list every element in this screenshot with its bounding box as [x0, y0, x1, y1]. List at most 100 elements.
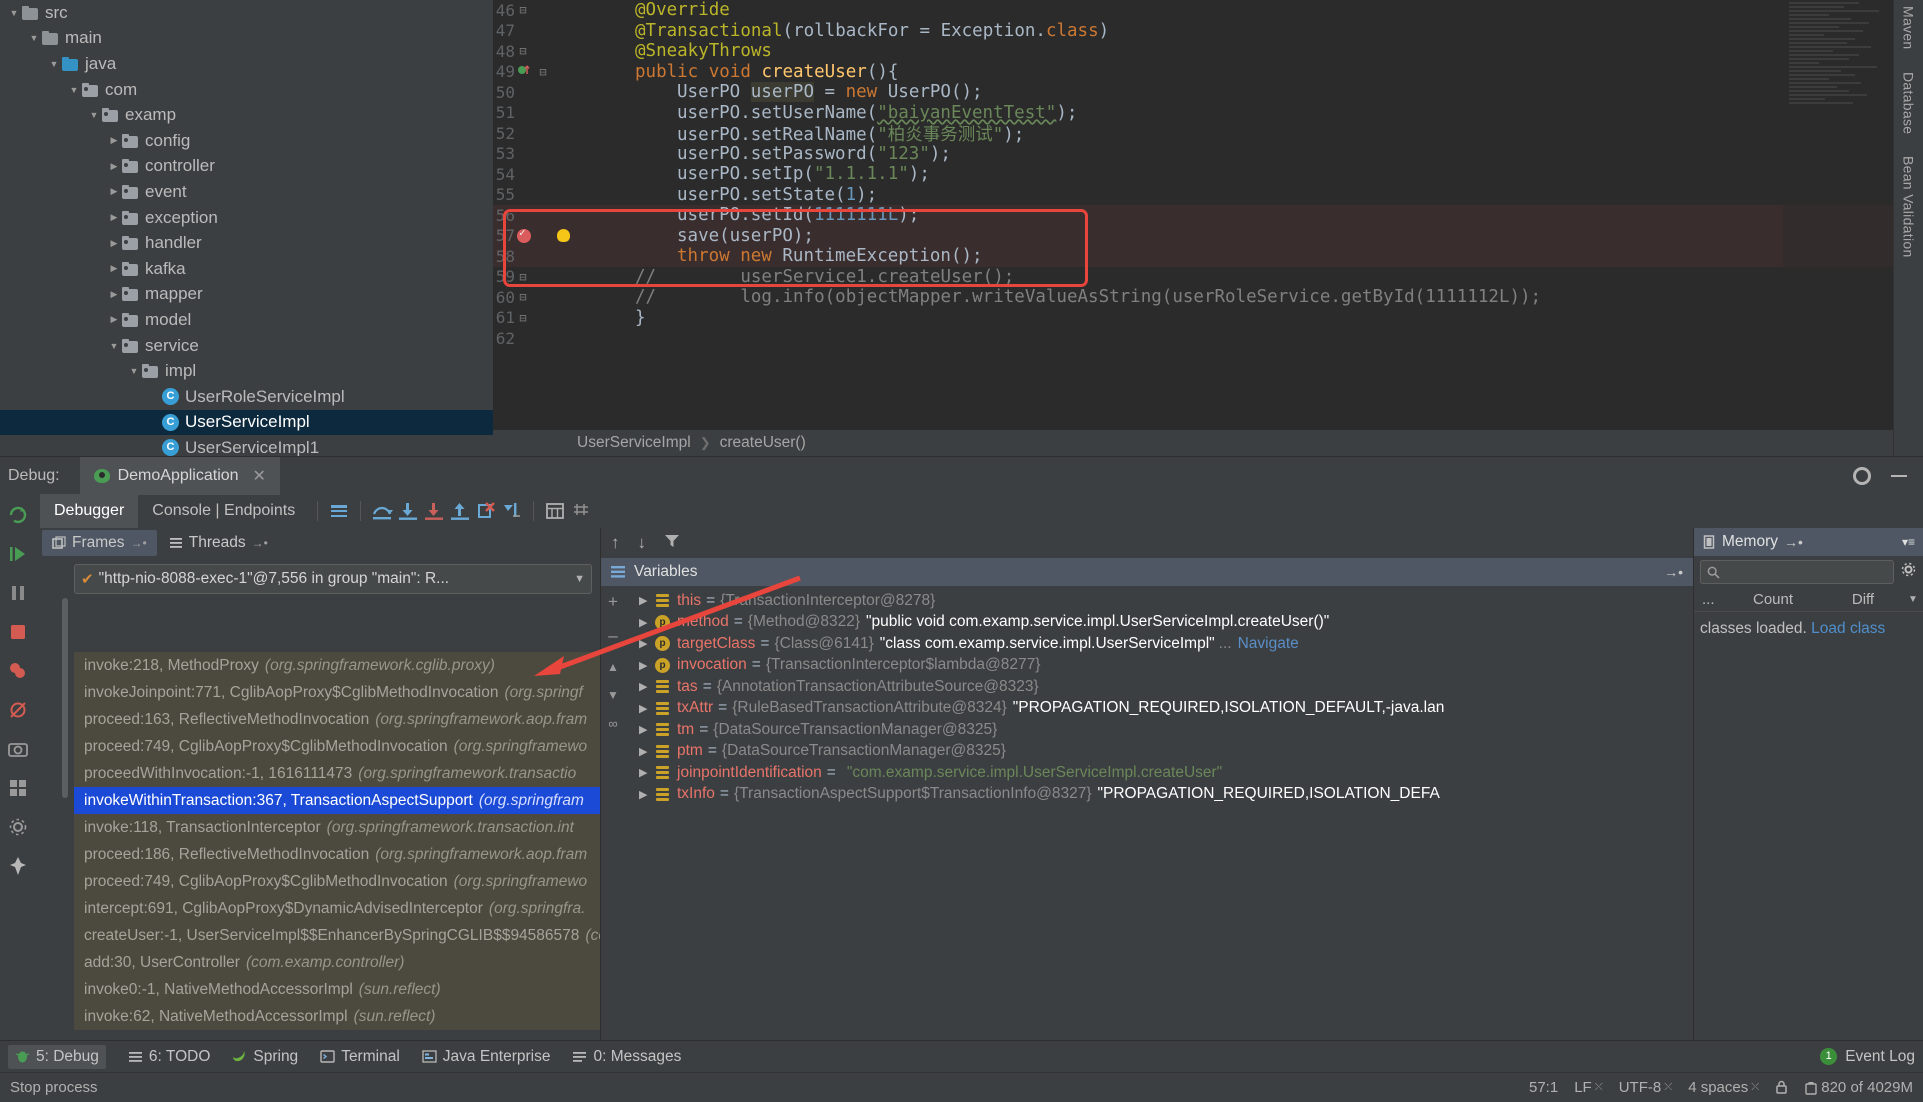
breadcrumb[interactable]: UserServiceImpl❯createUser()	[493, 430, 1923, 456]
chevron-down-icon[interactable]: ▼	[6, 8, 22, 18]
memory-load-class-link[interactable]: Load class	[1811, 620, 1885, 637]
gutter-icons[interactable]: ⊟	[515, 290, 587, 304]
lock-icon[interactable]	[1775, 1080, 1788, 1095]
variables-toolbar[interactable]: ↑ ↓	[601, 528, 1693, 558]
rerun-icon[interactable]	[7, 504, 29, 526]
breadcrumb-item[interactable]: createUser()	[720, 434, 806, 452]
settings-gear-icon[interactable]	[7, 816, 29, 838]
tree-item-com[interactable]: ▼com	[0, 77, 493, 103]
pause-program-icon[interactable]	[7, 582, 29, 604]
tool-strip-item-java-enterprise[interactable]: Java Enterprise	[422, 1048, 551, 1066]
caret-position[interactable]: 57:1	[1529, 1079, 1558, 1096]
variable-row[interactable]: ▶ptargetClass={Class@6141}"class com.exa…	[625, 633, 1693, 655]
minimize-icon[interactable]	[1891, 475, 1907, 477]
right-rail-tab-maven[interactable]: Maven	[1901, 6, 1917, 50]
frame-row[interactable]: proceed:749, CglibAopProxy$CglibMethodIn…	[74, 733, 600, 760]
variable-row[interactable]: ▶txAttr={RuleBasedTransactionAttribute@8…	[625, 698, 1693, 720]
code-line[interactable]: 56userPO.setId(1111111L);	[493, 205, 1923, 226]
run-config-tab[interactable]: DemoApplication ✕	[80, 457, 280, 495]
code-line[interactable]: 54userPO.setIp("1.1.1.1");	[493, 164, 1923, 185]
step-into-icon[interactable]	[395, 498, 421, 524]
mute-breakpoints-icon[interactable]	[7, 699, 29, 721]
variables-list[interactable]: ▶this={TransactionInterceptor@8278}▶pmet…	[625, 586, 1693, 1040]
tree-item-src[interactable]: ▼src	[0, 0, 493, 26]
line-gutter[interactable]: 56	[493, 206, 593, 225]
line-gutter[interactable]: 48⊟	[493, 42, 593, 61]
sort-up-icon[interactable]: ↑	[611, 533, 620, 553]
tree-item-userserviceimpl1[interactable]: CUserServiceImpl1	[0, 435, 493, 456]
tree-item-impl[interactable]: ▼impl	[0, 358, 493, 384]
expand-triangle-icon[interactable]: ▶	[639, 702, 655, 715]
line-gutter[interactable]: 53	[493, 144, 593, 163]
frames-threads-tabs[interactable]: Frames →• Threads →•	[36, 528, 600, 558]
code-line[interactable]: 53userPO.setPassword("123");	[493, 144, 1923, 165]
chevron-icon[interactable]: →•	[1784, 534, 1803, 550]
chevron-right-icon[interactable]: ▶	[106, 263, 122, 274]
line-gutter[interactable]: 54	[493, 165, 593, 184]
code-line[interactable]: 61⊟}	[493, 308, 1923, 329]
step-over-icon[interactable]	[369, 498, 395, 524]
line-gutter[interactable]: 51	[493, 103, 593, 122]
implementing-method-icon[interactable]	[517, 63, 531, 80]
debugger-tabbar[interactable]: Debugger Console | Endpoints	[36, 494, 1923, 528]
tab-debugger[interactable]: Debugger	[40, 494, 138, 528]
tool-strip-item-6-todo[interactable]: 6: TODO	[128, 1048, 210, 1066]
gear-icon[interactable]	[1853, 467, 1871, 485]
line-gutter[interactable]: 62	[493, 329, 593, 348]
memory-search-row[interactable]	[1694, 556, 1923, 588]
tree-item-userroleserviceimpl[interactable]: CUserRoleServiceImpl	[0, 384, 493, 410]
code-line[interactable]: 52userPO.setRealName("柏炎事务测试");	[493, 123, 1923, 144]
breadcrumb-item[interactable]: UserServiceImpl	[577, 434, 691, 452]
variable-row[interactable]: ▶tas={AnnotationTransactionAttributeSour…	[625, 676, 1693, 698]
view-breakpoints-icon[interactable]	[7, 660, 29, 682]
frame-row[interactable]: createUser:57, UserServiceImpl(com.examp…	[74, 598, 600, 625]
chevron-right-icon[interactable]: ▶	[106, 161, 122, 172]
variable-row[interactable]: ▶joinpointIdentification="com.examp.serv…	[625, 762, 1693, 784]
navigate-link[interactable]: Navigate	[1238, 635, 1299, 653]
line-gutter[interactable]: 58	[493, 247, 593, 266]
chevron-down-icon[interactable]: ▼	[26, 33, 42, 43]
expand-triangle-icon[interactable]: ▶	[639, 766, 655, 779]
frames-list[interactable]: createUser:57, UserServiceImpl(com.examp…	[36, 598, 600, 1040]
code-fold-icon[interactable]: ⊟	[517, 44, 529, 58]
chevron-down-icon[interactable]: ▼	[106, 341, 122, 351]
move-up-icon[interactable]: ▲	[607, 660, 619, 674]
file-encoding[interactable]: UTF-8 ⤬	[1619, 1079, 1673, 1096]
right-rail-tab-database[interactable]: Database	[1901, 72, 1917, 134]
frame-row[interactable]: proceedWithInvocation:-1, 1616111473(org…	[74, 760, 600, 787]
gutter-icons[interactable]: ⊟	[515, 44, 587, 58]
tab-console-endpoints[interactable]: Console | Endpoints	[138, 494, 309, 528]
layout-settings-icon[interactable]	[326, 498, 352, 524]
code-line[interactable]: 46⊟@Override	[493, 0, 1923, 21]
debug-action-sidebar[interactable]	[0, 494, 36, 1040]
memory-menu-icon[interactable]: ▾≡	[1902, 535, 1915, 549]
right-rail-tab-bean-validation[interactable]: Bean Validation	[1901, 156, 1917, 258]
chevron-down-icon[interactable]: ▼	[86, 110, 102, 120]
tree-item-examp[interactable]: ▼examp	[0, 102, 493, 128]
line-gutter[interactable]: 59⊟	[493, 267, 593, 286]
gutter-icons[interactable]: ⊟	[515, 63, 587, 80]
intention-bulb-icon[interactable]	[557, 229, 570, 242]
chevron-down-icon[interactable]: ▼	[46, 59, 62, 69]
tree-item-event[interactable]: ▶event	[0, 179, 493, 205]
line-gutter[interactable]: 57	[493, 226, 593, 245]
layout-grid-icon[interactable]	[7, 777, 29, 799]
event-log-area[interactable]: 1Event Log	[1820, 1048, 1915, 1066]
code-line[interactable]: 50UserPO userPO = new UserPO();	[493, 82, 1923, 103]
frame-row[interactable]: invoke:118, TransactionInterceptor(org.s…	[74, 814, 600, 841]
code-fold-icon[interactable]: ⊟	[517, 270, 529, 284]
code-line[interactable]: 49⊟public void createUser(){	[493, 62, 1923, 83]
drop-frame-icon[interactable]	[473, 498, 499, 524]
line-gutter[interactable]: 47	[493, 21, 593, 40]
close-icon[interactable]: ✕	[253, 466, 266, 486]
code-line[interactable]: 48⊟@SneakyThrows	[493, 41, 1923, 62]
variable-row[interactable]: ▶this={TransactionInterceptor@8278}	[625, 590, 1693, 612]
chevron-right-icon[interactable]: ▶	[106, 314, 122, 325]
variables-expand-icon[interactable]: →•	[1664, 564, 1693, 580]
frame-row[interactable]: proceed:749, CglibAopProxy$CglibMethodIn…	[74, 868, 600, 895]
memory-search-input[interactable]	[1700, 560, 1894, 584]
code-line[interactable]: 58throw new RuntimeException();	[493, 246, 1923, 267]
frame-row[interactable]: createUser:-1, UserServiceImpl$$Enhancer…	[74, 922, 600, 949]
code-fold-icon[interactable]: ⊟	[517, 311, 529, 325]
chevron-right-icon[interactable]: ▶	[106, 212, 122, 223]
